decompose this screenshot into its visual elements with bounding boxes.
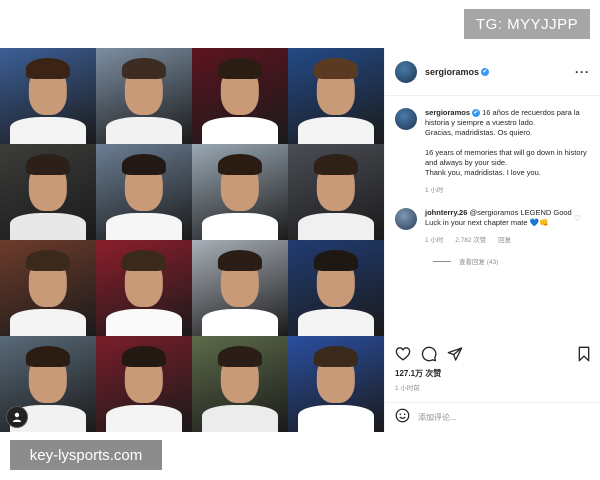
jersey	[105, 213, 183, 240]
add-comment-bar	[385, 402, 600, 432]
hair	[25, 153, 71, 175]
view-replies-label[interactable]: 查看回复 (43)	[459, 256, 498, 266]
comment-likes[interactable]: 2,782 次赞	[455, 237, 486, 244]
verified-icon: ✔	[472, 109, 481, 118]
post-username-text[interactable]: sergioramos	[425, 67, 479, 77]
share-icon[interactable]	[447, 346, 463, 367]
photo-tile[interactable]	[288, 336, 384, 432]
hair	[25, 249, 71, 271]
comment-input[interactable]	[418, 413, 568, 422]
photo-tile[interactable]	[192, 48, 288, 144]
comment: johnterry.26 @sergioramos LEGEND Good Lu…	[395, 208, 591, 246]
watermark-top: TG: MYYJJPP	[464, 9, 590, 39]
photo-grid[interactable]	[0, 48, 384, 432]
comments-list[interactable]: sergioramos ✔ 16 años de recuerdos para l…	[385, 96, 600, 324]
post-header: sergioramos ✔ ···	[385, 48, 600, 96]
photo-tile[interactable]	[0, 144, 96, 240]
caption-line-2: Gracias, madridistas. Os quiero.	[425, 128, 533, 137]
comment-text: johnterry.26 @sergioramos LEGEND Good Lu…	[425, 208, 575, 246]
jersey	[105, 405, 183, 432]
post-timestamp: 1 小时前	[395, 385, 420, 392]
photo-tile[interactable]	[96, 240, 192, 336]
caption-time: 1 小时	[425, 187, 444, 194]
hair	[121, 345, 167, 367]
caption-username[interactable]: sergioramos	[425, 108, 470, 117]
heart-icon[interactable]	[395, 346, 411, 366]
user-tag-icon[interactable]	[6, 406, 28, 428]
caption-line-4: Thank you, madridistas. I love you.	[425, 168, 541, 177]
verified-icon: ✔	[481, 68, 490, 77]
jersey	[105, 309, 183, 336]
hair	[121, 153, 167, 175]
jersey	[9, 117, 87, 144]
jersey	[105, 117, 183, 144]
photo-tile[interactable]	[288, 240, 384, 336]
comment-username[interactable]: johnterry.26	[425, 208, 467, 217]
photo-tile[interactable]	[96, 144, 192, 240]
more-icon[interactable]: ···	[575, 65, 590, 79]
hair	[313, 345, 359, 367]
photo-tile[interactable]	[192, 336, 288, 432]
watermark-bottom: key-lysports.com	[10, 440, 162, 470]
post-panel: sergioramos ✔ ··· sergioramos ✔ 16 años de…	[384, 48, 600, 432]
hair	[25, 345, 71, 367]
jersey	[297, 117, 375, 144]
jersey	[201, 405, 279, 432]
photo-tile[interactable]	[0, 240, 96, 336]
jersey	[297, 405, 375, 432]
caption: sergioramos ✔ 16 años de recuerdos para l…	[395, 108, 591, 196]
view-replies[interactable]: 查看回复 (43)	[433, 256, 591, 266]
comment-mention[interactable]: @sergioramos	[469, 208, 518, 217]
caption-avatar[interactable]	[395, 108, 417, 130]
jersey	[297, 309, 375, 336]
jersey	[201, 309, 279, 336]
photo-tile[interactable]	[288, 48, 384, 144]
emoji-icon[interactable]	[395, 408, 410, 428]
hair	[25, 57, 71, 79]
photo-tile[interactable]	[96, 336, 192, 432]
post-username[interactable]: sergioramos ✔	[425, 67, 490, 77]
likes-count[interactable]: 127.1万 次赞	[395, 368, 441, 379]
jersey	[9, 213, 87, 240]
photo-tile[interactable]	[96, 48, 192, 144]
hair	[217, 153, 263, 175]
jersey	[297, 213, 375, 240]
hair	[217, 345, 263, 367]
hair	[121, 57, 167, 79]
photo-tile[interactable]	[288, 144, 384, 240]
comment-heart-icon[interactable]: ♡	[574, 214, 581, 223]
hair	[313, 249, 359, 271]
comment-time: 1 小时	[425, 237, 444, 244]
hair	[217, 57, 263, 79]
hair	[217, 249, 263, 271]
action-bar	[385, 344, 600, 368]
caption-line-3: 16 years of memories that will go down i…	[425, 148, 587, 167]
photo-tile[interactable]	[192, 144, 288, 240]
hair	[121, 249, 167, 271]
jersey	[201, 213, 279, 240]
avatar[interactable]	[395, 60, 417, 83]
reply-button[interactable]: 回复	[498, 237, 511, 244]
hair	[313, 153, 359, 175]
hair	[313, 57, 359, 79]
photo-tile[interactable]	[0, 48, 96, 144]
caption-text: sergioramos ✔ 16 años de recuerdos para l…	[425, 108, 591, 196]
bookmark-icon[interactable]	[577, 346, 591, 367]
photo-tile[interactable]	[192, 240, 288, 336]
comment-avatar[interactable]	[395, 208, 417, 230]
jersey	[201, 117, 279, 144]
jersey	[9, 309, 87, 336]
comment-icon[interactable]	[421, 346, 437, 367]
